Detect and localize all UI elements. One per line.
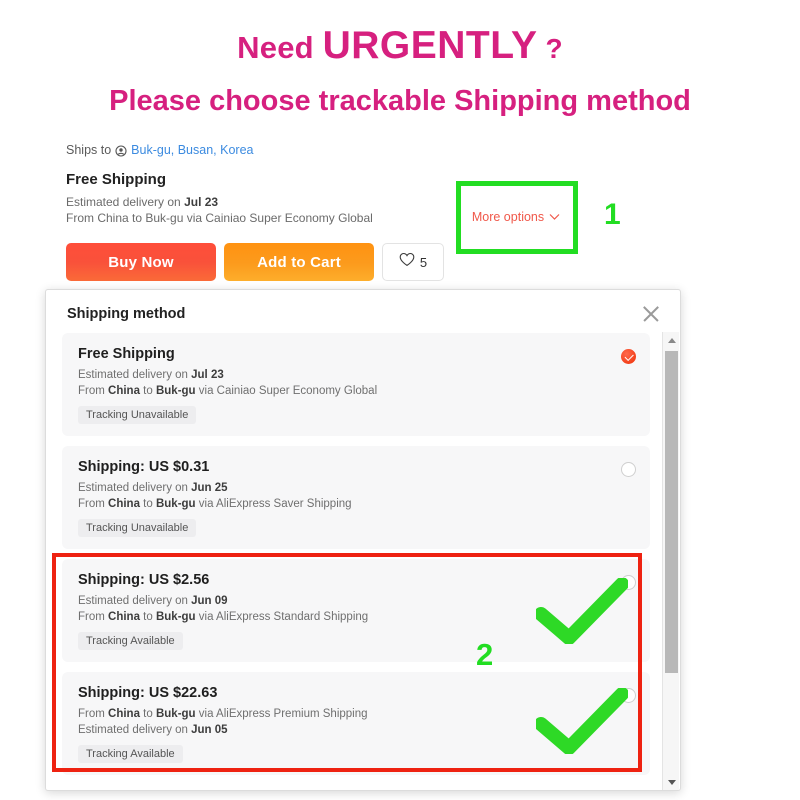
shipping-option-route: From China to Buk-gu via AliExpress Prem… (78, 706, 634, 722)
ships-to-destination[interactable]: Buk-gu, Busan, Korea (131, 143, 253, 157)
shipping-option-route-from: China (108, 498, 140, 510)
shipping-option-route: From China to Buk-gu via AliExpress Save… (78, 496, 634, 512)
radio-unselected[interactable] (621, 462, 636, 477)
shipping-option-route-prefix: From (78, 708, 109, 720)
shipping-option-eta-date: Jun 09 (191, 595, 228, 607)
dialog-title: Shipping method (67, 306, 186, 322)
shipping-option-route: From China to Buk-gu via AliExpress Stan… (78, 609, 634, 625)
location-pin-icon (115, 145, 127, 157)
radio-unselected[interactable] (621, 688, 636, 703)
shipping-option-route-mid: to (139, 611, 156, 623)
promo-headline-1-pre: Need (237, 30, 323, 65)
product-shipping-eta-date: Jul 23 (184, 195, 219, 209)
wishlist-button[interactable]: 5 (382, 243, 444, 281)
shipping-option-eta: Estimated delivery on Jun 25 (78, 480, 634, 496)
promo-headline-1-emphasis: URGENTLY (322, 24, 538, 67)
product-shipping-route: From China to Buk-gu via Cainiao Super E… (66, 211, 373, 225)
shipping-option-route-prefix: From (78, 498, 109, 510)
shipping-option-route-carrier: via AliExpress Premium Shipping (195, 708, 368, 720)
buy-now-button[interactable]: Buy Now (66, 243, 216, 281)
triangle-down-icon[interactable] (663, 774, 680, 790)
shipping-option-price: Shipping: US $2.56 (78, 572, 210, 588)
annotation-step-1: 1 (604, 198, 621, 231)
shipping-option-eta-prefix: Estimated delivery on (78, 595, 192, 607)
radio-unselected[interactable] (621, 575, 636, 590)
shipping-option-eta-date: Jun 05 (191, 724, 228, 736)
shipping-option-eta-prefix: Estimated delivery on (78, 724, 192, 736)
promo-headline-1: Need URGENTLY ? (0, 24, 800, 68)
shipping-option-route-to: Buk-gu (155, 385, 196, 397)
shipping-option-route-carrier: via AliExpress Saver Shipping (195, 498, 352, 510)
shipping-option-eta-prefix: Estimated delivery on (78, 369, 192, 381)
more-options-label: More options (471, 210, 545, 224)
shipping-option-eta-prefix: Estimated delivery on (78, 482, 192, 494)
shipping-option-route-mid: to (139, 498, 156, 510)
tracking-status-badge: Tracking Unavailable (78, 519, 197, 537)
shipping-option-route-from: China (108, 385, 140, 397)
screenshot-root: Need URGENTLY ? Please choose trackable … (0, 0, 800, 800)
shipping-option-eta-date: Jul 23 (191, 369, 224, 381)
shipping-option-route-to: Buk-gu (155, 498, 196, 510)
chevron-down-icon (549, 210, 560, 224)
shipping-method-dialog: Shipping method Free Shipping Estimated d… (45, 289, 681, 791)
product-shipping-eta-prefix: Estimated delivery on (66, 195, 185, 209)
shipping-option-route-to: Buk-gu (155, 708, 196, 720)
shipping-option-row[interactable]: Shipping: US $0.31 Estimated delivery on … (62, 446, 650, 549)
shipping-option-route-mid: to (139, 385, 156, 397)
wishlist-count: 5 (419, 254, 428, 270)
tracking-status-badge: Tracking Available (78, 745, 183, 763)
shipping-option-price: Shipping: US $0.31 (78, 459, 210, 475)
shipping-option-price: Shipping: US $22.63 (78, 685, 218, 701)
promo-headline-1-post: ? (537, 33, 563, 64)
shipping-option-row[interactable]: Free Shipping Estimated delivery on Jul 2… (62, 333, 650, 436)
product-shipping-eta: Estimated delivery on Jul 23 (66, 195, 218, 209)
shipping-option-route-mid: to (139, 708, 156, 720)
shipping-option-eta: Estimated delivery on Jul 23 (78, 367, 634, 383)
tracking-status-badge: Tracking Available (78, 632, 183, 650)
shipping-option-route-to: Buk-gu (155, 611, 196, 623)
shipping-option-route-from: China (108, 708, 140, 720)
annotation-step-2: 2 (476, 637, 494, 672)
shipping-option-row[interactable]: Shipping: US $22.63 From China to Buk-gu … (62, 672, 650, 775)
shipping-option-eta: Estimated delivery on Jun 05 (78, 722, 634, 738)
tracking-status-badge: Tracking Unavailable (78, 406, 197, 424)
radio-selected[interactable] (621, 349, 636, 364)
promo-headline-2: Please choose trackable Shipping method (109, 85, 691, 117)
ships-to-label: Ships to (66, 143, 112, 157)
triangle-up-icon[interactable] (663, 332, 680, 349)
scrollbar-thumb[interactable] (665, 351, 678, 673)
more-options-button[interactable]: More options (467, 192, 565, 242)
shipping-option-row[interactable]: Shipping: US $2.56 Estimated delivery on … (62, 559, 650, 662)
shipping-option-route: From China to Buk-gu via Cainiao Super E… (78, 383, 634, 399)
ships-to-row: Ships to Buk-gu, Busan, Korea (66, 143, 253, 157)
shipping-option-eta: Estimated delivery on Jun 09 (78, 593, 634, 609)
heart-icon (399, 252, 415, 272)
shipping-option-route-carrier: via AliExpress Standard Shipping (195, 611, 369, 623)
dialog-scrollbar[interactable] (662, 332, 680, 790)
shipping-options-list: Free Shipping Estimated delivery on Jul 2… (62, 333, 650, 781)
shipping-option-route-from: China (108, 611, 140, 623)
product-shipping-title: Free Shipping (66, 171, 167, 188)
add-to-cart-button[interactable]: Add to Cart (224, 243, 374, 281)
shipping-option-route-prefix: From (78, 611, 109, 623)
shipping-option-price: Free Shipping (78, 346, 175, 362)
shipping-option-route-carrier: via Cainiao Super Economy Global (195, 385, 378, 397)
close-icon[interactable] (640, 303, 662, 325)
shipping-option-route-prefix: From (78, 385, 109, 397)
shipping-option-eta-date: Jun 25 (191, 482, 228, 494)
